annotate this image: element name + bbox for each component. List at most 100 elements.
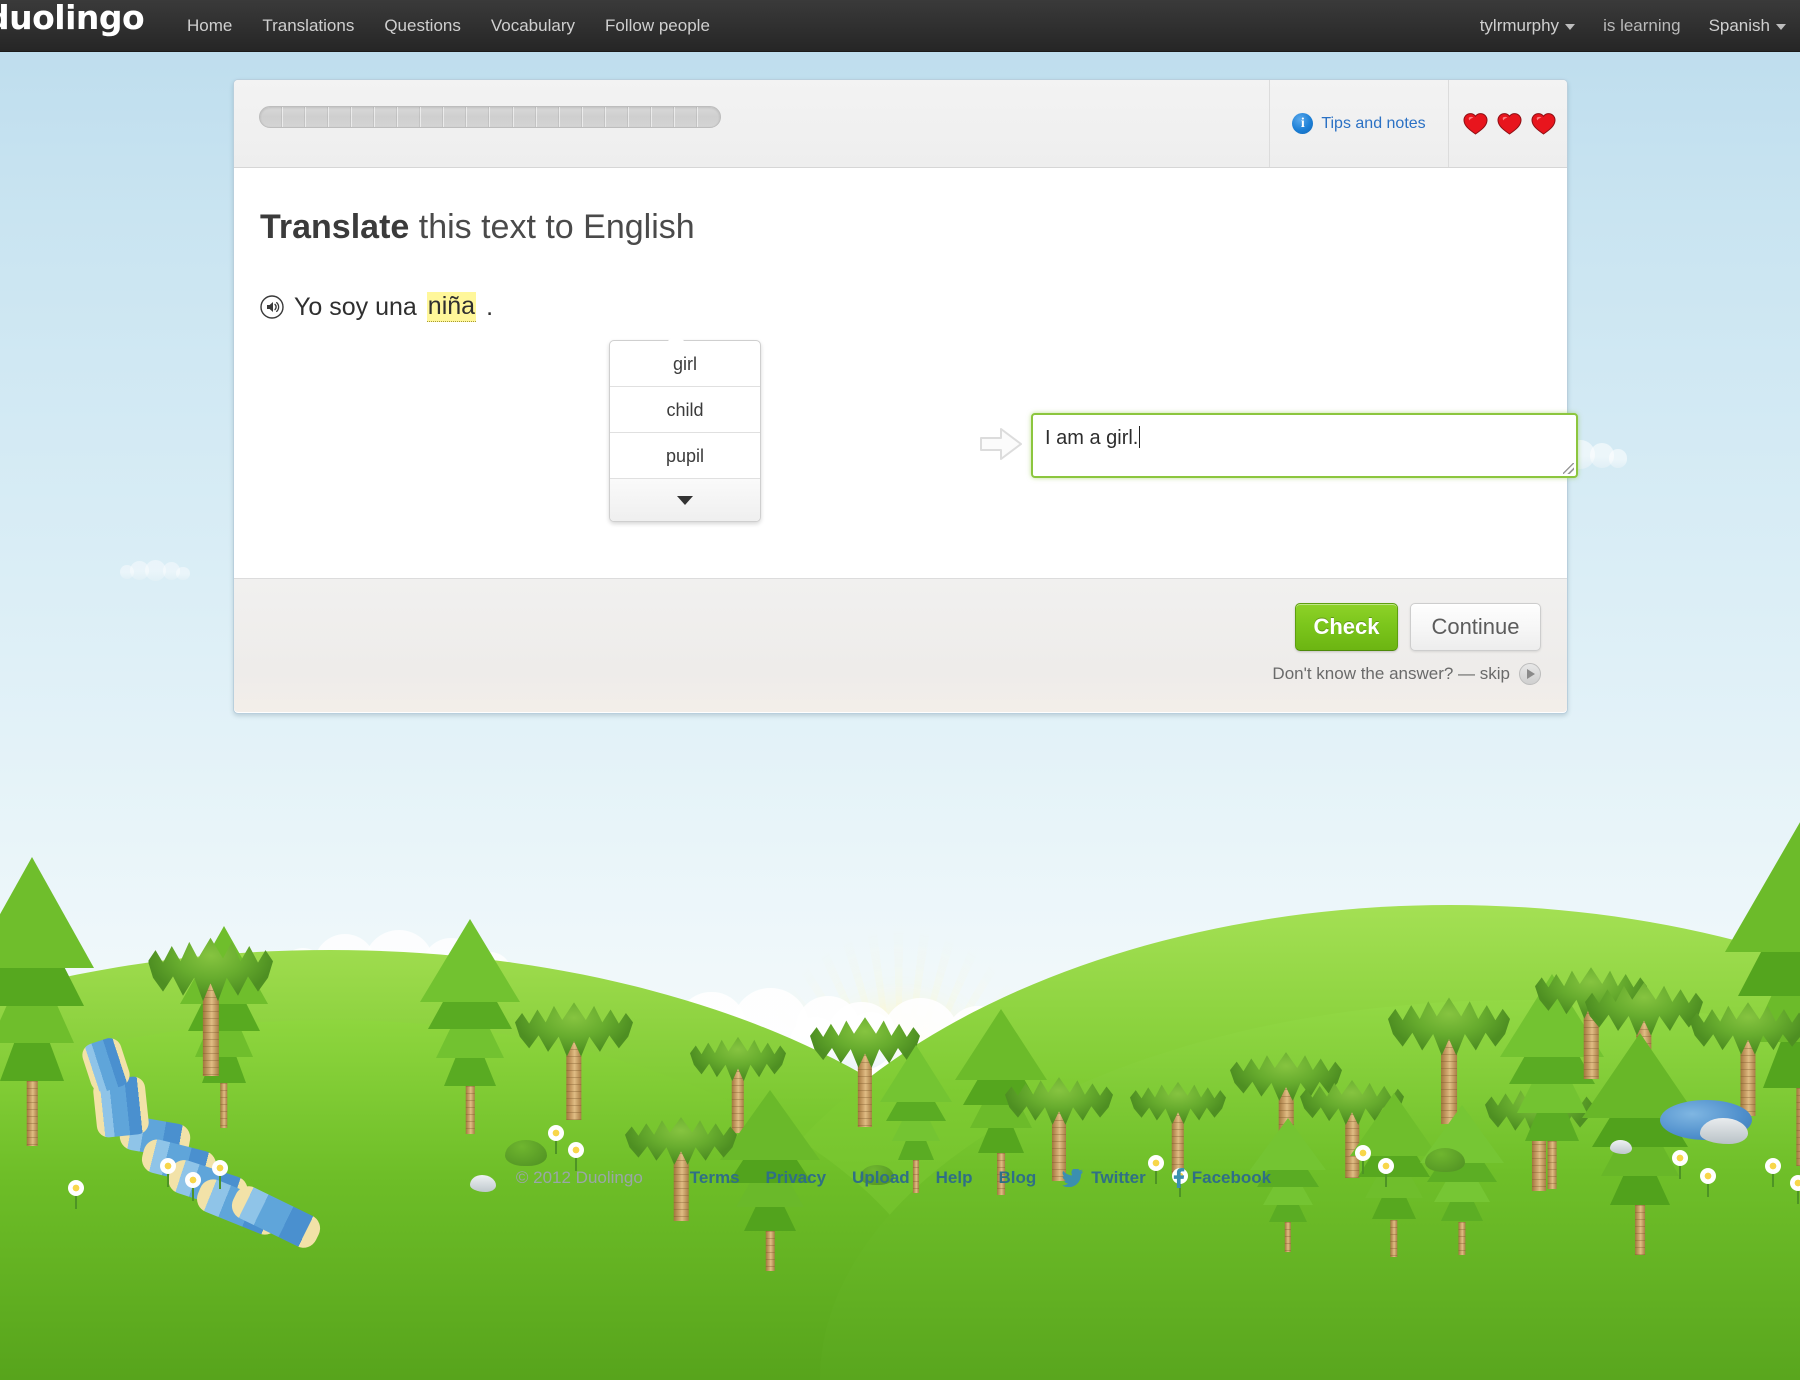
nav-links: Home Translations Questions Vocabulary F… bbox=[172, 0, 725, 52]
footer-link-twitter[interactable]: Twitter bbox=[1062, 1168, 1146, 1188]
nav-right-group: tylrmurphy is learning Spanish bbox=[1466, 0, 1800, 52]
tree-trunk bbox=[765, 1230, 775, 1272]
flower-petals bbox=[568, 1142, 584, 1158]
pine-tree bbox=[0, 856, 94, 1146]
lesson-progress-bar bbox=[259, 106, 721, 128]
user-menu[interactable]: tylrmurphy bbox=[1466, 0, 1589, 52]
heart-icon bbox=[1496, 112, 1522, 135]
chevron-down-icon bbox=[1565, 23, 1576, 30]
facebook-icon bbox=[1173, 1168, 1184, 1188]
nav-link-follow-people[interactable]: Follow people bbox=[590, 0, 725, 52]
progress-segment bbox=[606, 107, 629, 127]
palm-tree bbox=[1130, 1080, 1226, 1182]
lesson-card-body: Translate this text to English Yo soy un… bbox=[234, 168, 1578, 578]
speaker-icon[interactable] bbox=[260, 295, 284, 319]
tree-trunk bbox=[1390, 1220, 1399, 1257]
flower-petals bbox=[1672, 1150, 1688, 1166]
language-label: Spanish bbox=[1708, 16, 1770, 35]
progress-segment bbox=[560, 107, 583, 127]
arrow-right-icon bbox=[980, 428, 1022, 460]
twitter-icon bbox=[1062, 1169, 1084, 1187]
palm-tree bbox=[515, 1000, 633, 1128]
hearts-indicator bbox=[1450, 80, 1568, 167]
tree-trunk bbox=[465, 1086, 475, 1135]
prompt-bold: Translate bbox=[260, 208, 410, 246]
heart-icon bbox=[1462, 112, 1488, 135]
continue-button[interactable]: Continue bbox=[1410, 603, 1541, 651]
hint-pointer bbox=[668, 332, 684, 341]
sentence-before: Yo soy una bbox=[294, 292, 417, 321]
check-button[interactable]: Check bbox=[1295, 603, 1398, 651]
lesson-card-footer: Check Continue Don't know the answer? — … bbox=[234, 578, 1567, 712]
hint-option-pupil[interactable]: pupil bbox=[610, 433, 760, 479]
action-buttons: Check Continue bbox=[1295, 603, 1541, 651]
palm-tree-left-1 bbox=[148, 935, 273, 1083]
footer-link-upload[interactable]: Upload bbox=[852, 1168, 910, 1188]
pine-layer bbox=[1725, 816, 1800, 952]
language-menu[interactable]: Spanish bbox=[1695, 0, 1800, 52]
footer-link-blog[interactable]: Blog bbox=[999, 1168, 1037, 1188]
hint-expand-button[interactable] bbox=[610, 479, 760, 521]
triangle-right bbox=[1527, 669, 1535, 679]
progress-segment bbox=[375, 107, 399, 127]
pine-tree bbox=[1250, 1117, 1326, 1258]
is-learning-label: is learning bbox=[1603, 16, 1681, 35]
tree-trunk bbox=[1458, 1221, 1466, 1256]
hint-option-child[interactable]: child bbox=[610, 387, 760, 433]
nav-link-questions[interactable]: Questions bbox=[369, 0, 476, 52]
tree-trunk bbox=[1635, 1205, 1645, 1255]
facebook-label: Facebook bbox=[1191, 1168, 1272, 1187]
skip-label[interactable]: Don't know the answer? — skip bbox=[1272, 664, 1510, 684]
progress-segment bbox=[352, 107, 376, 127]
tree-trunk bbox=[26, 1081, 38, 1146]
resize-handle[interactable] bbox=[1563, 463, 1574, 474]
pine-layer bbox=[955, 1008, 1047, 1080]
duolingo-logo[interactable]: duolingo bbox=[0, 0, 145, 37]
text-caret bbox=[1139, 426, 1141, 448]
progress-segment bbox=[421, 107, 445, 127]
progress-segment bbox=[467, 107, 491, 127]
progress-segment bbox=[514, 107, 537, 127]
pine-tree bbox=[420, 919, 520, 1135]
twitter-label: Twitter bbox=[1091, 1168, 1146, 1187]
rock bbox=[1610, 1140, 1632, 1154]
lesson-card: i Tips and notes Translate this text to … bbox=[233, 79, 1578, 714]
progress-segment bbox=[398, 107, 422, 127]
progress-segment bbox=[306, 107, 330, 127]
progress-segment bbox=[583, 107, 606, 127]
progress-segment bbox=[444, 107, 468, 127]
answer-text: I am a girl. bbox=[1045, 427, 1139, 449]
progress-segment bbox=[283, 107, 307, 127]
progress-segment bbox=[629, 107, 652, 127]
tree-trunk bbox=[1284, 1222, 1292, 1252]
chevron-down-icon bbox=[1776, 23, 1786, 30]
pine-layer bbox=[0, 856, 94, 968]
progress-wrap bbox=[229, 106, 1219, 128]
tips-and-notes-button[interactable]: i Tips and notes bbox=[1269, 80, 1449, 167]
username-label: tylrmurphy bbox=[1479, 16, 1560, 35]
pine-layer bbox=[420, 919, 520, 1002]
answer-wrap: I am a girl. bbox=[1031, 413, 1578, 478]
hint-word[interactable]: niña bbox=[426, 292, 477, 322]
translation-input[interactable]: I am a girl. bbox=[1031, 413, 1578, 478]
footer-link-help[interactable]: Help bbox=[936, 1168, 973, 1188]
hint-option-girl[interactable]: girl bbox=[610, 341, 760, 387]
tree-trunk bbox=[220, 1083, 229, 1128]
pine-layer bbox=[1250, 1117, 1326, 1170]
page-title: Translate this text to English bbox=[260, 208, 695, 247]
nav-link-home[interactable]: Home bbox=[172, 0, 247, 52]
lesson-card-header: i Tips and notes bbox=[234, 80, 1567, 168]
footer-link-facebook[interactable]: Facebook bbox=[1172, 1168, 1271, 1188]
progress-segment bbox=[652, 107, 675, 127]
prompt-rest: this text to English bbox=[409, 208, 695, 246]
footer-link-privacy[interactable]: Privacy bbox=[766, 1168, 827, 1188]
hint-dropdown: girl child pupil bbox=[609, 332, 761, 522]
pine-layer bbox=[880, 1045, 952, 1103]
nav-link-translations[interactable]: Translations bbox=[247, 0, 369, 52]
progress-segment bbox=[698, 107, 720, 127]
copyright-label: © 2012 Duolingo bbox=[515, 1168, 643, 1187]
skip-arrow-icon[interactable] bbox=[1519, 663, 1541, 685]
nav-link-vocabulary[interactable]: Vocabulary bbox=[476, 0, 590, 52]
skip-row: Don't know the answer? — skip bbox=[1272, 663, 1541, 685]
footer-link-terms[interactable]: Terms bbox=[690, 1168, 740, 1188]
